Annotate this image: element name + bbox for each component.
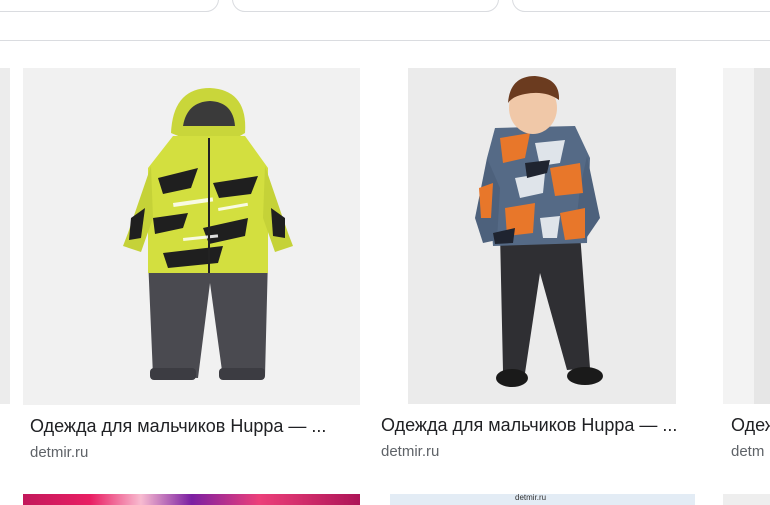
result-title[interactable]: Одеж: [731, 415, 770, 436]
result-image-partial-left[interactable]: [0, 68, 10, 404]
boy-jacket-product-image: [375, 68, 709, 404]
filter-chip[interactable]: [0, 0, 219, 12]
result-title[interactable]: Одежда для мальчиков Huppa — ...: [30, 416, 352, 437]
result-title[interactable]: Одежда для мальчиков Huppa — ...: [381, 415, 703, 436]
watermark-label: detmir.ru: [515, 494, 547, 502]
result-source[interactable]: detm: [731, 443, 770, 460]
result-image-bottom[interactable]: [23, 494, 360, 505]
result-image[interactable]: [23, 68, 360, 405]
result-image-partial-right[interactable]: [723, 68, 770, 404]
result-source[interactable]: detmir.ru: [381, 443, 581, 460]
result-image-bottom[interactable]: detmir.ru: [390, 494, 695, 505]
result-image[interactable]: [375, 68, 709, 404]
filter-chip[interactable]: [512, 0, 770, 12]
result-source[interactable]: detmir.ru: [30, 444, 230, 461]
header-divider: [0, 40, 770, 41]
filter-chip[interactable]: [232, 0, 499, 12]
result-image-bottom[interactable]: [723, 494, 770, 505]
snowsuit-product-image: [23, 68, 360, 405]
